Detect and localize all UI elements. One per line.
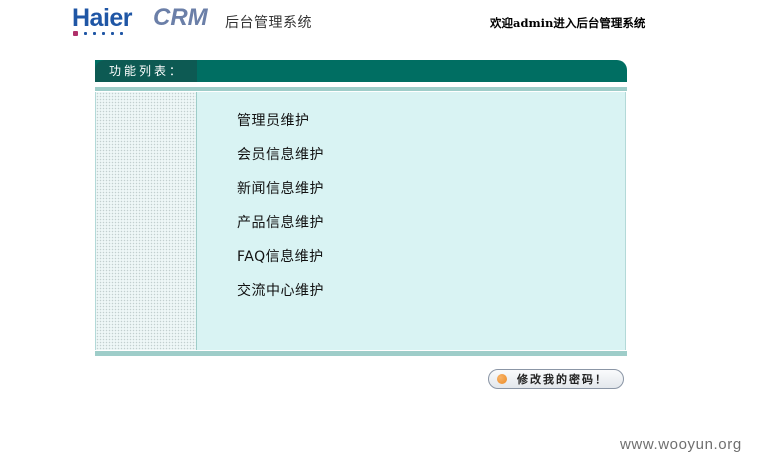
function-list-header: 功能列表： [95, 60, 627, 82]
welcome-message: 欢迎admin进入后台管理系统 [490, 16, 646, 30]
change-password-label: 修改我的密码！ [517, 373, 608, 386]
logo-dots-decoration [73, 31, 123, 36]
function-menu: 管理员维护 会员信息维护 新闻信息维护 产品信息维护 FAQ信息维护 交流中心维… [237, 112, 324, 316]
logo-product: CRM [153, 4, 208, 31]
admin-home-page: Haier CRM 后台管理系统 欢迎admin进入后台管理系统 功能列表： 管… [0, 0, 757, 455]
orange-dot-icon [497, 374, 507, 384]
menu-item-product-info-maintenance[interactable]: 产品信息维护 [237, 214, 324, 248]
menu-item-news-info-maintenance[interactable]: 新闻信息维护 [237, 180, 324, 214]
watermark: www.wooyun.org [620, 436, 742, 453]
panel-divider-top [95, 87, 627, 91]
menu-item-admin-maintenance[interactable]: 管理员维护 [237, 112, 324, 146]
panel-divider-bottom [95, 351, 627, 356]
panel-sidebar-pattern [96, 92, 197, 350]
menu-item-forum-maintenance[interactable]: 交流中心维护 [237, 282, 324, 316]
function-list-panel: 管理员维护 会员信息维护 新闻信息维护 产品信息维护 FAQ信息维护 交流中心维… [95, 92, 626, 350]
system-title: 后台管理系统 [225, 15, 312, 31]
function-list-title: 功能列表： [95, 60, 197, 82]
menu-item-member-info-maintenance[interactable]: 会员信息维护 [237, 146, 324, 180]
menu-item-faq-info-maintenance[interactable]: FAQ信息维护 [237, 248, 324, 282]
logo-brand: Haier [72, 4, 133, 32]
change-password-button[interactable]: 修改我的密码！ [488, 369, 624, 389]
